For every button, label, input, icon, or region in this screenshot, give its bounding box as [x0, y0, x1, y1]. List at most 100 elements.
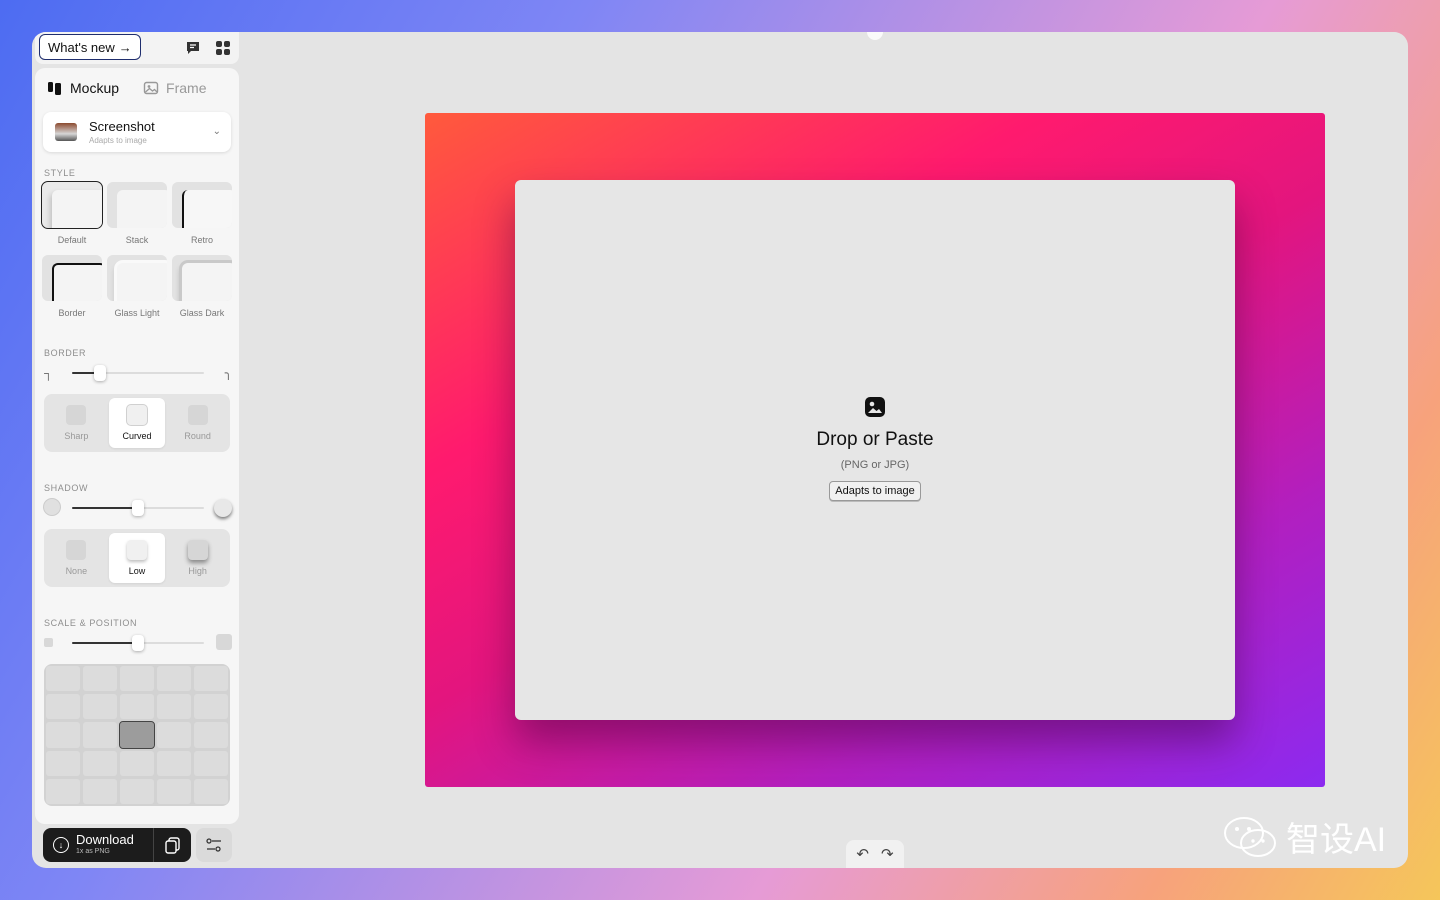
download-icon: ↓: [53, 837, 69, 853]
position-cell[interactable]: [83, 778, 117, 804]
position-cell[interactable]: [83, 666, 117, 692]
mockup-drop-zone[interactable]: Drop or Paste (PNG or JPG) Adapts to ima…: [515, 180, 1235, 720]
style-preview: [172, 255, 232, 301]
adapts-to-image-badge[interactable]: Adapts to image: [829, 481, 921, 501]
curved-corner-icon: [126, 405, 147, 425]
style-glass-dark[interactable]: Glass Dark: [171, 255, 233, 318]
option-label: None: [65, 566, 88, 576]
position-cell[interactable]: [157, 694, 191, 720]
slider-thumb[interactable]: [132, 635, 144, 651]
shadow-option-none[interactable]: None: [48, 533, 105, 583]
tab-mockup[interactable]: Mockup: [47, 80, 119, 96]
redo-icon[interactable]: ↷: [881, 845, 894, 863]
position-cell[interactable]: [120, 750, 154, 776]
slider-thumb[interactable]: [132, 500, 144, 516]
shadow-none-icon: [66, 540, 87, 560]
arrow-right-icon: →: [118, 39, 132, 55]
source-title: Screenshot: [89, 119, 155, 134]
shadow-high-icon: [214, 499, 232, 517]
position-cell[interactable]: [120, 778, 154, 804]
position-cell[interactable]: [46, 722, 80, 748]
mode-tabs: Mockup Frame: [47, 80, 206, 96]
option-label: Curved: [122, 431, 152, 441]
whats-new-button[interactable]: What's new →: [39, 34, 141, 60]
position-cell[interactable]: [83, 722, 117, 748]
style-preview: [172, 182, 232, 228]
position-cell[interactable]: [46, 750, 80, 776]
drop-subtitle: (PNG or JPG): [840, 459, 910, 471]
tab-frame[interactable]: Frame: [143, 80, 206, 96]
position-cell[interactable]: [120, 666, 154, 692]
position-cell[interactable]: [120, 694, 154, 720]
undo-icon[interactable]: ↶: [856, 845, 869, 863]
style-label: Retro: [190, 235, 213, 245]
sharp-corner-icon: ┐: [44, 366, 53, 380]
sharp-corner-icon: [66, 405, 87, 425]
section-shadow-label: SHADOW: [44, 483, 89, 493]
section-scale-label: SCALE & POSITION: [44, 618, 138, 628]
copy-icon[interactable]: [165, 837, 180, 854]
shadow-slider[interactable]: [44, 499, 232, 517]
settings-button[interactable]: [196, 828, 232, 862]
grid-icon[interactable]: [215, 40, 231, 56]
option-label: Sharp: [64, 431, 89, 441]
border-slider[interactable]: ┐ ╮: [44, 364, 232, 382]
tab-frame-label: Frame: [166, 80, 207, 96]
style-glass-light[interactable]: Glass Light: [106, 255, 168, 318]
section-border-label: BORDER: [44, 348, 87, 358]
chat-icon[interactable]: [185, 40, 201, 56]
border-option-sharp[interactable]: Sharp: [48, 398, 105, 448]
drop-title: Drop or Paste: [816, 429, 934, 450]
position-cell[interactable]: [157, 722, 191, 748]
shadow-option-high[interactable]: High: [169, 533, 226, 583]
divider: [153, 828, 154, 862]
style-default[interactable]: Default: [41, 181, 103, 245]
style-retro[interactable]: Retro: [171, 182, 233, 245]
option-label: High: [188, 566, 207, 576]
position-cell[interactable]: [194, 666, 228, 692]
position-cell[interactable]: [46, 694, 80, 720]
watermark-text: 智设AI: [1286, 821, 1387, 859]
position-cell[interactable]: [157, 778, 191, 804]
position-cell[interactable]: [46, 666, 80, 692]
image-icon: [865, 397, 885, 417]
position-cell[interactable]: [83, 750, 117, 776]
drop-area: Drop or Paste (PNG or JPG) Adapts to ima…: [515, 396, 1235, 501]
position-cell[interactable]: [46, 778, 80, 804]
style-preview: [42, 255, 102, 301]
style-preview: [41, 181, 103, 229]
round-corner-icon: [187, 405, 208, 425]
slider-fill: [72, 642, 136, 644]
border-option-round[interactable]: Round: [169, 398, 226, 448]
screenshot-thumbnail: [55, 123, 77, 141]
position-cell[interactable]: [119, 721, 155, 749]
undo-redo-bar: ↶ ↷: [846, 840, 904, 868]
position-cell[interactable]: [194, 694, 228, 720]
style-border[interactable]: Border: [41, 255, 103, 318]
round-corner-icon: ╮: [224, 366, 232, 380]
style-grid: Default Stack Retro Border Glass Light G…: [41, 181, 233, 318]
scale-slider[interactable]: [44, 634, 232, 652]
shadow-options: None Low High: [44, 529, 230, 587]
position-cell[interactable]: [157, 666, 191, 692]
shadow-high-icon: [187, 540, 208, 560]
style-stack[interactable]: Stack: [106, 182, 168, 245]
image-icon: [143, 81, 159, 95]
shadow-option-low[interactable]: Low: [108, 533, 166, 583]
style-label: Glass Dark: [179, 308, 225, 318]
border-option-curved[interactable]: Curved: [108, 398, 166, 448]
download-button[interactable]: ↓ Download 1x as PNG: [43, 828, 191, 862]
source-select[interactable]: Screenshot Adapts to image ⌄: [43, 112, 231, 152]
slider-thumb[interactable]: [94, 365, 106, 381]
section-style-label: STYLE: [44, 168, 76, 178]
position-cell[interactable]: [194, 778, 228, 804]
position-cell[interactable]: [194, 722, 228, 748]
mockup-icon: [48, 82, 61, 95]
scale-large-icon: [216, 634, 232, 650]
sidebar: What's new → Mockup Frame Screenshot Ada…: [32, 32, 242, 868]
position-cell[interactable]: [157, 750, 191, 776]
position-cell[interactable]: [83, 694, 117, 720]
tab-mockup-label: Mockup: [70, 80, 120, 96]
app-window: What's new → Mockup Frame Screenshot Ada…: [32, 32, 1408, 868]
position-cell[interactable]: [194, 750, 228, 776]
